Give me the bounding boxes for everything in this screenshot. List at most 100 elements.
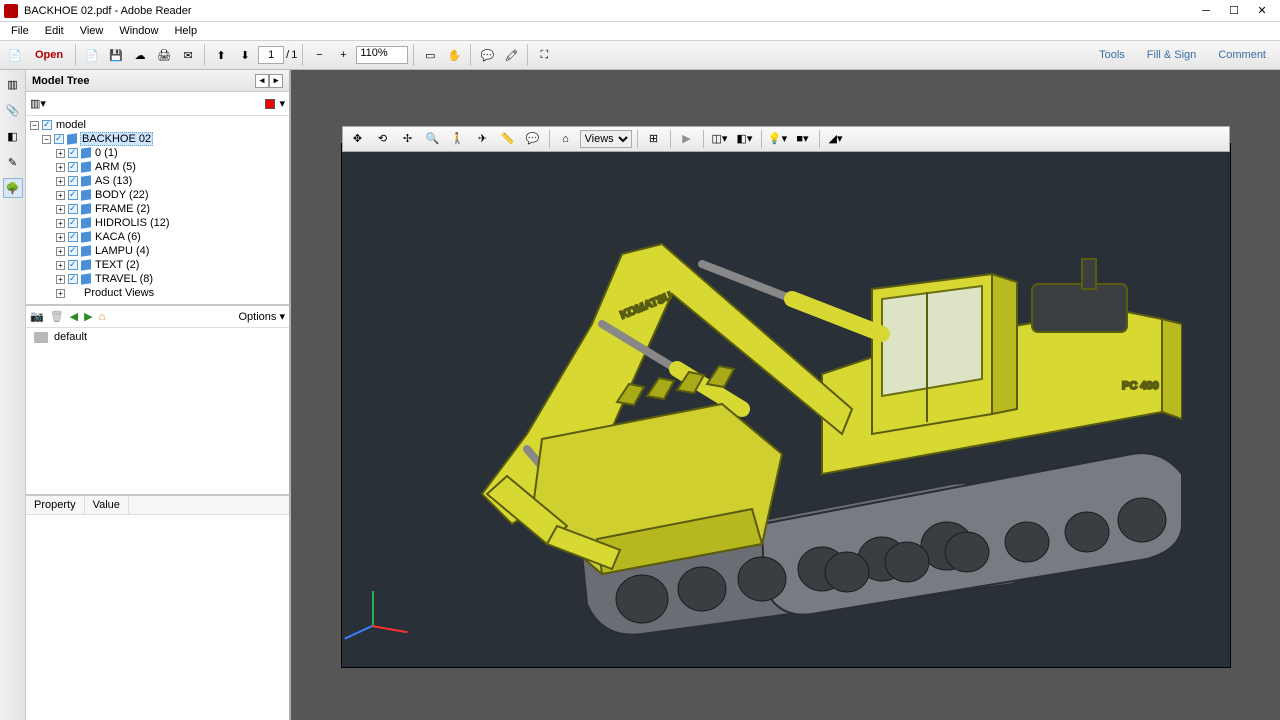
expand-icon[interactable]: + <box>56 233 65 242</box>
tree-node[interactable]: + KACA (6) <box>26 230 289 244</box>
tree-node[interactable]: + LAMPU (4) <box>26 244 289 258</box>
expand-icon[interactable]: + <box>56 247 65 256</box>
tree-label: LAMPU (4) <box>94 245 149 257</box>
tree-node[interactable]: +FRAME (2) <box>26 202 289 216</box>
home-view-icon[interactable]: ⌂ <box>99 311 106 323</box>
zoom-out-icon[interactable]: − <box>308 44 330 66</box>
checkbox-icon[interactable] <box>68 162 78 172</box>
checkbox-icon[interactable] <box>68 148 78 158</box>
comment-panel-link[interactable]: Comment <box>1208 46 1276 64</box>
expand-icon[interactable]: + <box>56 191 65 200</box>
print-icon[interactable]: 🖨 <box>153 44 175 66</box>
tree-node[interactable]: +TEXT (2) <box>26 258 289 272</box>
convert-icon[interactable]: 📄 <box>4 44 26 66</box>
create-pdf-icon[interactable]: 📄 <box>81 44 103 66</box>
zoom-in-icon[interactable]: + <box>332 44 354 66</box>
checkbox-icon[interactable] <box>68 246 78 256</box>
layers-icon[interactable]: ◧ <box>3 126 23 146</box>
checkbox-icon[interactable] <box>68 176 78 186</box>
checkbox-icon[interactable] <box>68 204 78 214</box>
save-icon[interactable]: 💾 <box>105 44 127 66</box>
tree-label: KACA (6) <box>94 231 141 243</box>
email-icon[interactable]: ✉ <box>177 44 199 66</box>
expand-icon[interactable]: + <box>56 177 65 186</box>
tree-node[interactable]: + TRAVEL (8) <box>26 272 289 286</box>
tree-node-product-views[interactable]: +Product Views <box>26 286 289 300</box>
menu-window[interactable]: Window <box>112 24 165 38</box>
expand-icon[interactable]: + <box>56 163 65 172</box>
main-toolbar: 📄 Open 📄 💾 ☁ 🖨 ✉ ⬆ ⬇ / 1 − + 110% ▭ ✋ 💬 … <box>0 40 1280 70</box>
model-tree-icon[interactable]: 🌳 <box>3 178 23 198</box>
collapse-icon[interactable]: − <box>42 135 51 144</box>
signatures-icon[interactable]: ✎ <box>3 152 23 172</box>
tools-panel-link[interactable]: Tools <box>1089 46 1135 64</box>
title-bar: BACKHOE 02.pdf - Adobe Reader ─ ☐ ✕ <box>0 0 1280 22</box>
thumbnails-icon[interactable]: ▥ <box>3 74 23 94</box>
attachments-icon[interactable]: 📎 <box>3 100 23 120</box>
tree-node[interactable]: +HIDROLIS (12) <box>26 216 289 230</box>
checkbox-icon[interactable] <box>54 134 64 144</box>
delete-icon[interactable]: 🗑 <box>50 310 64 323</box>
menu-help[interactable]: Help <box>167 24 204 38</box>
folder-icon <box>34 332 48 343</box>
panel-prev-icon[interactable]: ◂ <box>255 74 269 88</box>
expand-icon[interactable]: + <box>56 261 65 270</box>
tree-node[interactable]: +AS (13) <box>26 174 289 188</box>
highlight-tool-icon[interactable]: 🖍 <box>500 44 522 66</box>
read-mode-icon[interactable]: ⛶ <box>533 44 555 66</box>
color-dropdown-icon[interactable]: ▾ <box>279 97 285 110</box>
hand-tool-icon[interactable]: ✋ <box>443 44 465 66</box>
checkbox-icon[interactable] <box>68 274 78 284</box>
camera-icon[interactable]: 📷 <box>30 310 44 323</box>
checkbox-icon[interactable] <box>68 190 78 200</box>
fill-sign-link[interactable]: Fill & Sign <box>1137 46 1207 64</box>
panel-title: Model Tree <box>32 75 89 87</box>
document-area[interactable]: ✥ ⟲ ✢ 🔍 🚶 ✈ 📏 💬 ⌂ Views ⊞ ▶ ◫▾ ◧▾ 💡▾ <box>291 70 1280 720</box>
panel-next-icon[interactable]: ▸ <box>269 74 283 88</box>
minimize-button[interactable]: ─ <box>1192 1 1220 21</box>
close-button[interactable]: ✕ <box>1248 1 1276 21</box>
tree-node[interactable]: +ARM (5) <box>26 160 289 174</box>
comment-tool-icon[interactable]: 💬 <box>476 44 498 66</box>
tree-node-backhoe[interactable]: − BACKHOE 02 <box>26 132 289 146</box>
page-up-icon[interactable]: ⬆ <box>210 44 232 66</box>
expand-icon[interactable]: + <box>56 275 65 284</box>
tree-options-icon[interactable]: ▥▾ <box>30 97 48 110</box>
prev-view-icon[interactable]: ◀ <box>70 310 78 323</box>
maximize-button[interactable]: ☐ <box>1220 1 1248 21</box>
part-icon <box>81 273 91 284</box>
part-icon <box>81 245 91 256</box>
expand-icon[interactable]: + <box>56 289 65 298</box>
page-number-input[interactable] <box>258 46 284 64</box>
expand-icon[interactable]: + <box>56 149 65 158</box>
highlight-color-swatch[interactable] <box>265 99 275 109</box>
cloud-icon[interactable]: ☁ <box>129 44 151 66</box>
open-button[interactable]: Open <box>28 44 70 66</box>
3d-model[interactable]: PC 400 KOMATSU <box>342 144 1230 667</box>
page-down-icon[interactable]: ⬇ <box>234 44 256 66</box>
menu-view[interactable]: View <box>73 24 111 38</box>
views-pane: 📷 🗑 ◀ ▶ ⌂ Options ▾ default <box>26 306 289 496</box>
tree-label: TRAVEL (8) <box>94 273 153 285</box>
checkbox-icon[interactable] <box>42 120 52 130</box>
checkbox-icon[interactable] <box>68 260 78 270</box>
menu-file[interactable]: File <box>4 24 36 38</box>
next-view-icon[interactable]: ▶ <box>84 310 92 323</box>
expand-icon[interactable]: + <box>56 219 65 228</box>
default-view-folder[interactable]: default <box>26 328 289 346</box>
tree-root[interactable]: − model <box>26 118 289 132</box>
3d-viewport[interactable]: ✥ ⟲ ✢ 🔍 🚶 ✈ 📏 💬 ⌂ Views ⊞ ▶ ◫▾ ◧▾ 💡▾ <box>341 143 1231 668</box>
zoom-level[interactable]: 110% <box>356 46 408 64</box>
tree-node[interactable]: +BODY (22) <box>26 188 289 202</box>
model-tree[interactable]: − model − BACKHOE 02 +0 (1) +ARM (5) +AS… <box>26 116 289 306</box>
collapse-icon[interactable]: − <box>30 121 39 130</box>
tree-label: 0 (1) <box>94 147 118 159</box>
tree-node[interactable]: +0 (1) <box>26 146 289 160</box>
menu-edit[interactable]: Edit <box>38 24 71 38</box>
checkbox-icon[interactable] <box>68 218 78 228</box>
main-area: ▥ 📎 ◧ ✎ 🌳 Model Tree ◂ ▸ ▥▾ ▾ − model <box>0 70 1280 720</box>
options-dropdown[interactable]: Options ▾ <box>239 310 286 323</box>
selection-tool-icon[interactable]: ▭ <box>419 44 441 66</box>
expand-icon[interactable]: + <box>56 205 65 214</box>
checkbox-icon[interactable] <box>68 232 78 242</box>
